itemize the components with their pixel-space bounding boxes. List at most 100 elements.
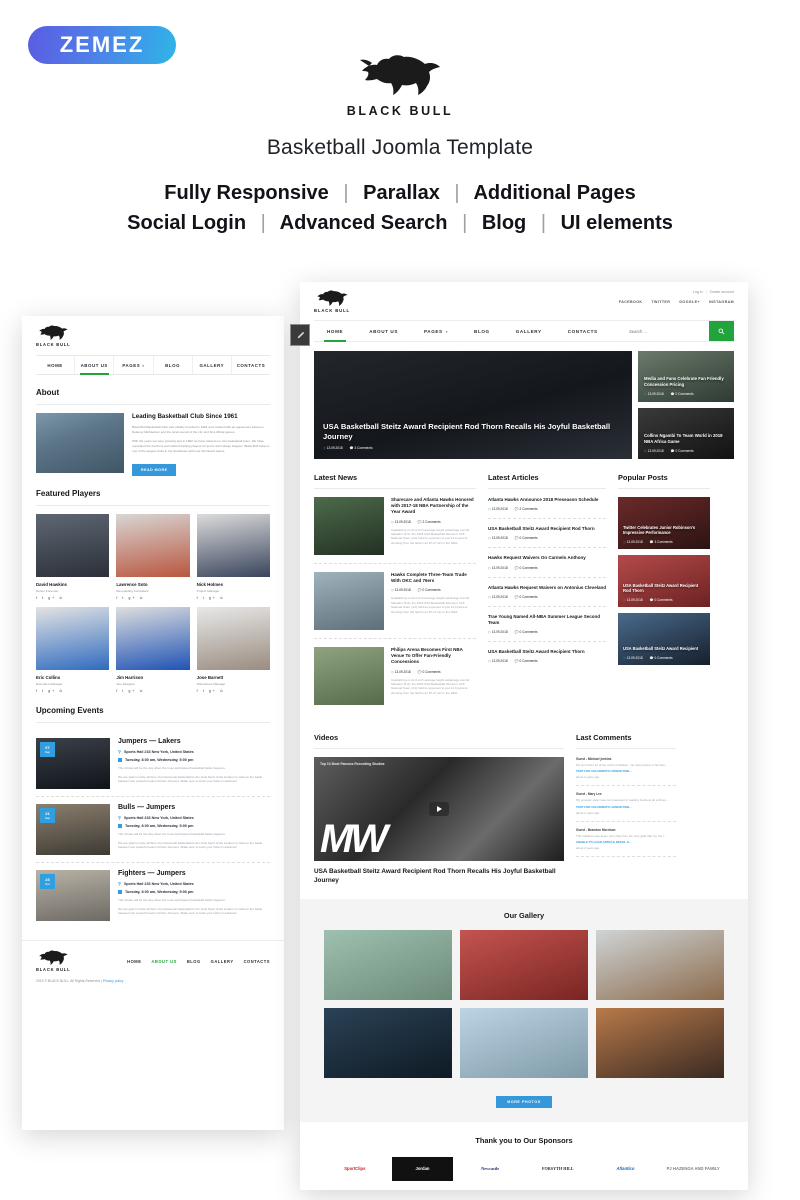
event-location: ⚲ Sports Hall 233 New York, United States [118, 815, 194, 820]
hero-side-post[interactable]: Media and Fans Celebrate Fan Friendly Co… [638, 351, 734, 402]
article-item[interactable]: Atlanta Hawks Announce 2018 Preseason Sc… [488, 497, 606, 520]
nav-item-home[interactable]: HOME [314, 321, 356, 342]
calendar-icon [118, 758, 122, 762]
news-item[interactable]: Philips Arena Becomes First NBA Venue To… [314, 647, 476, 713]
player-card[interactable]: Jim Harrison Seo Designer f t g+ ⊙ [116, 607, 190, 693]
nav-item-blog[interactable]: BLOG [461, 321, 503, 341]
comment-item[interactable]: Guest - Brandon Morrison This initiative… [576, 828, 676, 857]
news-item[interactable]: Sharecare and Atlanta Hawks Honored with… [314, 497, 476, 564]
comment-item[interactable]: Guest - Michael jenkins My son had a lot… [576, 757, 676, 787]
nav-label: HOME [47, 363, 63, 368]
player-social-icons[interactable]: f t g+ ⊙ [36, 689, 109, 693]
article-item[interactable]: Atlanta Hawks Request Waivers on Antoniu… [488, 585, 606, 607]
hero-side-post[interactable]: Collins Ngambi To Team World in 2018 NBA… [638, 408, 734, 459]
sponsor-logo[interactable]: Atlantico [595, 1157, 657, 1181]
footer-nav-about-us[interactable]: ABOUT US [151, 959, 176, 964]
article-item[interactable]: USA Basketball Steitz Award Recipient Ro… [488, 526, 606, 549]
nav-item-about-us[interactable]: ABOUT US [75, 356, 115, 375]
player-social-icons[interactable]: f t g+ ⊙ [197, 596, 270, 600]
footer-nav-home[interactable]: HOME [127, 959, 141, 964]
footer-nav-blog[interactable]: BLOG [187, 959, 201, 964]
comment-post-link[interactable]: UNABLE TO LOAD ARTICLE DETAIL G... [576, 840, 676, 844]
edit-button[interactable] [290, 324, 310, 346]
article-comments: 0 Comments [519, 659, 538, 664]
comment-post-link[interactable]: TART FOR COLORMATIC ARBOR ROB... [576, 769, 676, 773]
event-item[interactable]: 21 Sep Bulls — Jumpers ⚲ Sports Hall 233 … [36, 797, 270, 863]
player-card[interactable]: Lawrence Soto Remodeling Consultant f t … [116, 514, 190, 600]
article-item[interactable]: Trae Young Named All-NBA Summer League S… [488, 614, 606, 643]
player-card[interactable]: Eric Collins Executive Manager f t g+ ⊙ [36, 607, 110, 693]
comment-post-link[interactable]: TART FOR COLORMATIC ARBOR ROB... [576, 805, 676, 809]
gallery-tile[interactable] [324, 1008, 452, 1079]
player-card[interactable]: Nick Holmes Project Manager f t g+ ⊙ [196, 514, 270, 600]
gallery-tile[interactable] [460, 930, 588, 1001]
footer-logo[interactable]: BLACK BULL [36, 950, 70, 972]
event-time: Tuesday, 8:00 am, Wednesday, 5:00 pm [118, 890, 270, 894]
nav-label: BLOG [474, 329, 490, 334]
clock-icon: ◷ [488, 536, 491, 541]
gallery-tile[interactable] [596, 930, 724, 1001]
comment-icon: 💬 [670, 392, 675, 396]
sponsor-logo[interactable]: PJ HAZENGA AND FAMILY [662, 1157, 724, 1181]
popular-post-card[interactable]: Twitter Celebrates Junior Robinson's Imp… [618, 497, 710, 549]
player-social-icons[interactable]: f t g+ ⊙ [116, 596, 189, 600]
location-pin-icon: ⚲ [118, 881, 121, 886]
footer-nav-contacts[interactable]: CONTACTS [244, 959, 270, 964]
event-time: Tuesday, 8:00 am, Wednesday, 5:00 pm [118, 824, 270, 828]
divider [618, 488, 710, 489]
hero-main-post[interactable]: USA Basketball Steitz Award Recipient Ro… [314, 351, 632, 459]
google-plus-link[interactable]: GOOGLE+ [679, 300, 700, 304]
player-social-icons[interactable]: f t g+ ⊙ [197, 689, 270, 693]
more-photos-button[interactable]: MORE PHOTOS [496, 1096, 552, 1109]
page-title: About [36, 388, 60, 397]
site-logo[interactable]: BLACK BULL [36, 325, 270, 347]
player-social-icons[interactable]: f t g+ ⊙ [36, 596, 109, 600]
gallery-tile[interactable] [460, 1008, 588, 1079]
article-title: Atlanta Hawks Request Waivers on Antoniu… [488, 584, 606, 590]
article-item[interactable]: Hawks Request Waivers On Carmelo Anthony… [488, 555, 606, 578]
clock-icon: ◷ [623, 540, 626, 544]
nav-item-contacts[interactable]: CONTACTS [232, 356, 270, 374]
comment-icon: 💬 [417, 669, 422, 674]
nav-item-gallery[interactable]: GALLERY [193, 356, 232, 374]
privacy-policy-link[interactable]: Privacy policy [103, 979, 124, 983]
event-item[interactable]: 23 Nov Fighters — Jumpers ⚲ Sports Hall 2… [36, 863, 270, 928]
sponsor-logo[interactable]: Jordan [391, 1157, 454, 1182]
nav-item-home[interactable]: HOME [36, 356, 76, 374]
footer-nav-gallery[interactable]: GALLERY [211, 959, 234, 964]
article-item[interactable]: USA Basketball Steitz Award Recipient Th… [488, 649, 606, 670]
sponsor-logo[interactable]: Newcastle [459, 1157, 521, 1181]
sponsor-logo[interactable]: FORSYTH HILL [527, 1157, 589, 1181]
news-item[interactable]: Hawks Complete Three-Team Trade With OKC… [314, 572, 476, 639]
login-link[interactable]: Log in [693, 290, 703, 294]
create-account-link[interactable]: Create account [710, 290, 734, 294]
divider [488, 488, 606, 489]
event-item[interactable]: 07 Sep Jumpers — Lakers ⚲ Sports Hall 233… [36, 731, 270, 797]
nav-item-pages[interactable]: PAGES ▾ [411, 321, 461, 341]
search-input[interactable] [623, 328, 709, 334]
nav-item-gallery[interactable]: GALLERY [503, 321, 555, 341]
home-page-screenshot: BLACK BULL Log in | Create account FACEBOO… [300, 282, 748, 1190]
instagram-link[interactable]: INSTAGRAM [709, 300, 734, 304]
comment-item[interactable]: Guest - Mary Lee My younger sister was n… [576, 792, 676, 822]
search-button[interactable] [709, 321, 734, 341]
player-card[interactable]: Jose Barnett Warehouse Manager f t g+ ⊙ [196, 607, 270, 693]
play-button[interactable] [429, 802, 449, 816]
nav-item-pages[interactable]: PAGES ▾ [114, 356, 154, 374]
promo-header: ZEMEZ BLACK BULL Basketball Joomla Templ… [0, 0, 800, 250]
twitter-link[interactable]: TWITTER [651, 300, 670, 304]
popular-post-card[interactable]: USA Basketball Steitz Award Recipient ◷ … [618, 613, 710, 665]
gallery-tile[interactable] [596, 1008, 724, 1079]
sponsor-logo[interactable]: SportClips [324, 1157, 386, 1181]
player-card[interactable]: David Hawkins Senior Foreman f t g+ ⊙ [36, 514, 110, 600]
gallery-tile[interactable] [324, 930, 452, 1001]
nav-item-contacts[interactable]: CONTACTS [555, 321, 611, 341]
video-player[interactable]: Top 10 Most Famous Recording Studios MW [314, 757, 564, 861]
facebook-link[interactable]: FACEBOOK [619, 300, 643, 304]
read-more-button[interactable]: READ MORE [132, 464, 177, 476]
nav-item-blog[interactable]: BLOG [154, 356, 193, 374]
nav-item-about-us[interactable]: ABOUT US [356, 321, 411, 341]
site-logo[interactable]: BLACK BULL [314, 290, 350, 313]
popular-post-card[interactable]: USA Basketball Steitz Award Recipient Ro… [618, 555, 710, 607]
player-social-icons[interactable]: f t g+ ⊙ [116, 689, 189, 693]
